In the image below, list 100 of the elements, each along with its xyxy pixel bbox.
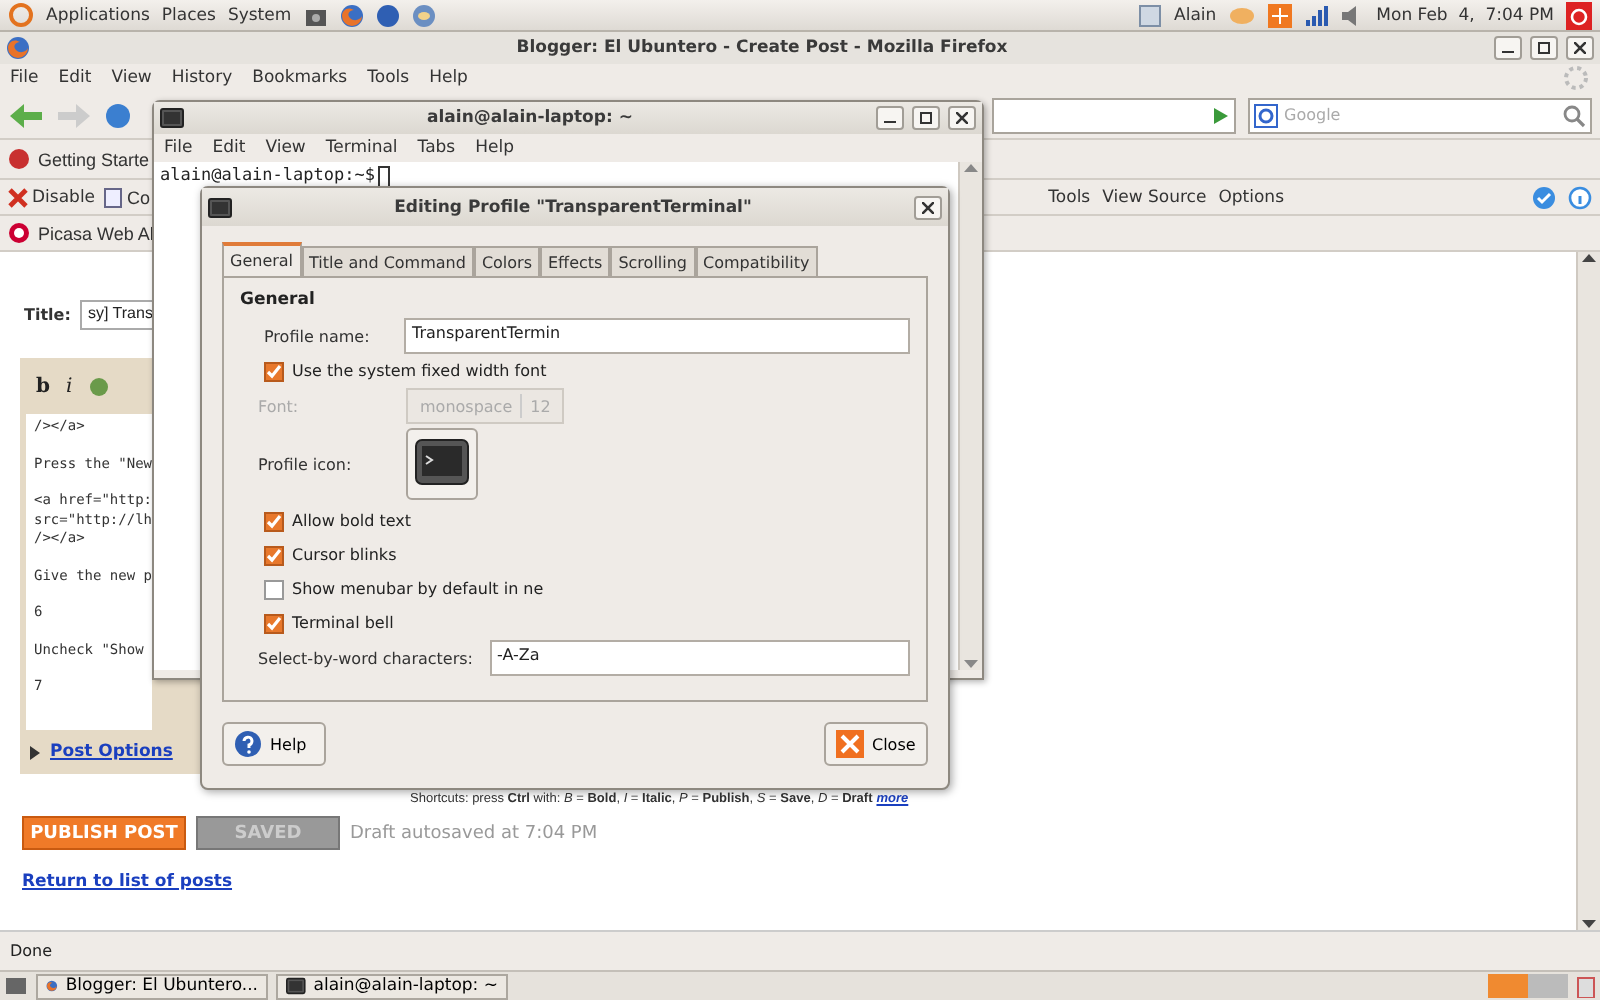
checkbox[interactable] (264, 361, 284, 381)
toolbar-menu[interactable]: View Source (1102, 187, 1207, 207)
close-icon (836, 730, 864, 758)
close-button[interactable] (948, 106, 976, 130)
tab[interactable]: Compatibility (695, 246, 818, 276)
autosave-status: Draft autosaved at 7:04 PM (350, 823, 598, 843)
bookmark-icon[interactable] (8, 148, 30, 170)
menu-item[interactable]: Edit (212, 138, 246, 158)
tab[interactable]: General (222, 242, 302, 276)
post-options-link[interactable]: Post Options (50, 742, 173, 762)
italic-button[interactable]: i (66, 375, 73, 397)
checkbox-label[interactable]: Use the system fixed width font (264, 354, 547, 388)
checkbox-label[interactable]: Show menubar by default in ne (264, 572, 544, 606)
menu-item[interactable]: Edit (58, 68, 92, 88)
check-icon[interactable] (1532, 185, 1556, 209)
window-title: Blogger: El Ubuntero - Create Post - Mozilla Firefox (514, 38, 1010, 58)
dialog-title: Editing Profile "TransparentTerminal" (392, 197, 754, 217)
arrow-up-icon (1582, 252, 1596, 262)
checkbox-label[interactable]: Allow bold text (264, 504, 412, 538)
update-icon[interactable] (1268, 3, 1293, 27)
menu-item[interactable]: Bookmarks (252, 68, 348, 88)
maximize-icon (920, 112, 932, 124)
tab[interactable]: Scrolling (610, 246, 696, 276)
menu-item[interactable]: File (164, 138, 193, 158)
power-icon[interactable] (1566, 1, 1592, 29)
tab[interactable]: Colors (473, 246, 540, 276)
menu-item[interactable]: File (10, 68, 39, 88)
status-text: Done (10, 942, 53, 960)
profile-icon-button[interactable] (406, 428, 478, 500)
minimize-button[interactable] (1494, 36, 1522, 60)
close-button[interactable]: Close (824, 722, 928, 766)
taskbar-button[interactable]: Blogger: El Ubuntero... (36, 973, 268, 999)
search-icon[interactable] (1562, 103, 1586, 127)
menu-item[interactable]: History (171, 68, 233, 88)
field-label: Profile icon: (258, 455, 354, 473)
toolbar-menu[interactable]: Tools (1048, 187, 1091, 207)
toolbar-menu[interactable]: Options (1218, 187, 1284, 207)
disable-icon[interactable] (8, 187, 28, 207)
close-button[interactable] (914, 195, 942, 219)
checkbox-label[interactable]: Cursor blinks (264, 538, 397, 572)
bookmark-link[interactable]: Getting Starte (38, 149, 150, 169)
panel-menu[interactable]: Applications (46, 5, 150, 25)
tab[interactable]: Effects (540, 246, 611, 276)
trash-icon[interactable] (1576, 974, 1596, 998)
menu-item[interactable]: Terminal (325, 138, 398, 158)
window-title: alain@alain-laptop: ~ (425, 108, 635, 128)
firefox-icon (6, 36, 30, 60)
menu-item[interactable]: View (111, 68, 152, 88)
menu-item[interactable]: Help (429, 68, 468, 88)
menu-item[interactable]: Tools (367, 68, 410, 88)
menu-item[interactable]: View (265, 138, 306, 158)
field-label: Font: (258, 397, 301, 415)
logo-icon[interactable] (8, 2, 34, 28)
minimize-button[interactable] (876, 106, 904, 130)
field-label: Profile name: (264, 327, 372, 345)
word-characters-field[interactable]: -A-Za (489, 640, 910, 676)
checkbox[interactable] (264, 579, 284, 599)
close-icon (956, 112, 968, 124)
close-button[interactable] (1566, 36, 1594, 60)
arrow-up-icon (964, 162, 978, 172)
menu-item[interactable]: Tabs (417, 138, 456, 158)
search-engine-icon[interactable] (1254, 103, 1278, 127)
taskbar-button[interactable]: alain@alain-laptop: ~ (276, 973, 508, 999)
terminal-prompt: alain@alain-laptop:~$ (160, 166, 375, 186)
field-label: Title: (24, 306, 68, 324)
checkbox[interactable] (264, 613, 284, 633)
help-button[interactable]: Help (222, 722, 326, 766)
checkbox-label[interactable]: Terminal bell (264, 606, 394, 640)
user-name[interactable]: Alain (1174, 5, 1217, 25)
back-icon[interactable] (8, 101, 44, 129)
panel-menu[interactable]: Places (161, 5, 216, 25)
panel-menu[interactable]: System (227, 5, 292, 25)
checkbox[interactable] (264, 545, 284, 565)
profile-name-field[interactable]: TransparentTermin (404, 318, 910, 354)
toolbar-menu[interactable]: Disable (32, 187, 96, 207)
tab[interactable]: Title and Command (301, 246, 474, 276)
scrollbar[interactable] (1576, 252, 1600, 930)
signal-icon[interactable] (1304, 3, 1329, 27)
terminal-icon (208, 195, 232, 219)
clock[interactable]: Mon Feb 4, 7:04 PM (1376, 5, 1554, 25)
picasa-icon (8, 222, 30, 244)
terminal-icon (414, 438, 470, 490)
toolbar-menu[interactable]: Co (127, 187, 151, 207)
address-field[interactable] (992, 97, 1236, 133)
checkbox[interactable] (264, 511, 284, 531)
maximize-button[interactable] (912, 106, 940, 130)
page-icon[interactable] (103, 187, 122, 207)
scrollbar[interactable] (958, 162, 982, 670)
section-heading: General (240, 290, 317, 310)
return-link[interactable]: Return to list of posts (22, 872, 233, 892)
expand-icon[interactable] (30, 745, 40, 759)
go-icon[interactable] (1210, 105, 1230, 125)
arrow-down-icon (1582, 920, 1596, 930)
maximize-button[interactable] (1530, 36, 1558, 60)
info-icon[interactable] (1568, 185, 1592, 209)
bold-button[interactable]: b (36, 375, 50, 397)
terminal-icon (160, 106, 184, 130)
show-desktop-icon[interactable] (4, 974, 28, 998)
maximize-icon (1538, 42, 1550, 54)
menu-item[interactable]: Help (475, 138, 515, 158)
